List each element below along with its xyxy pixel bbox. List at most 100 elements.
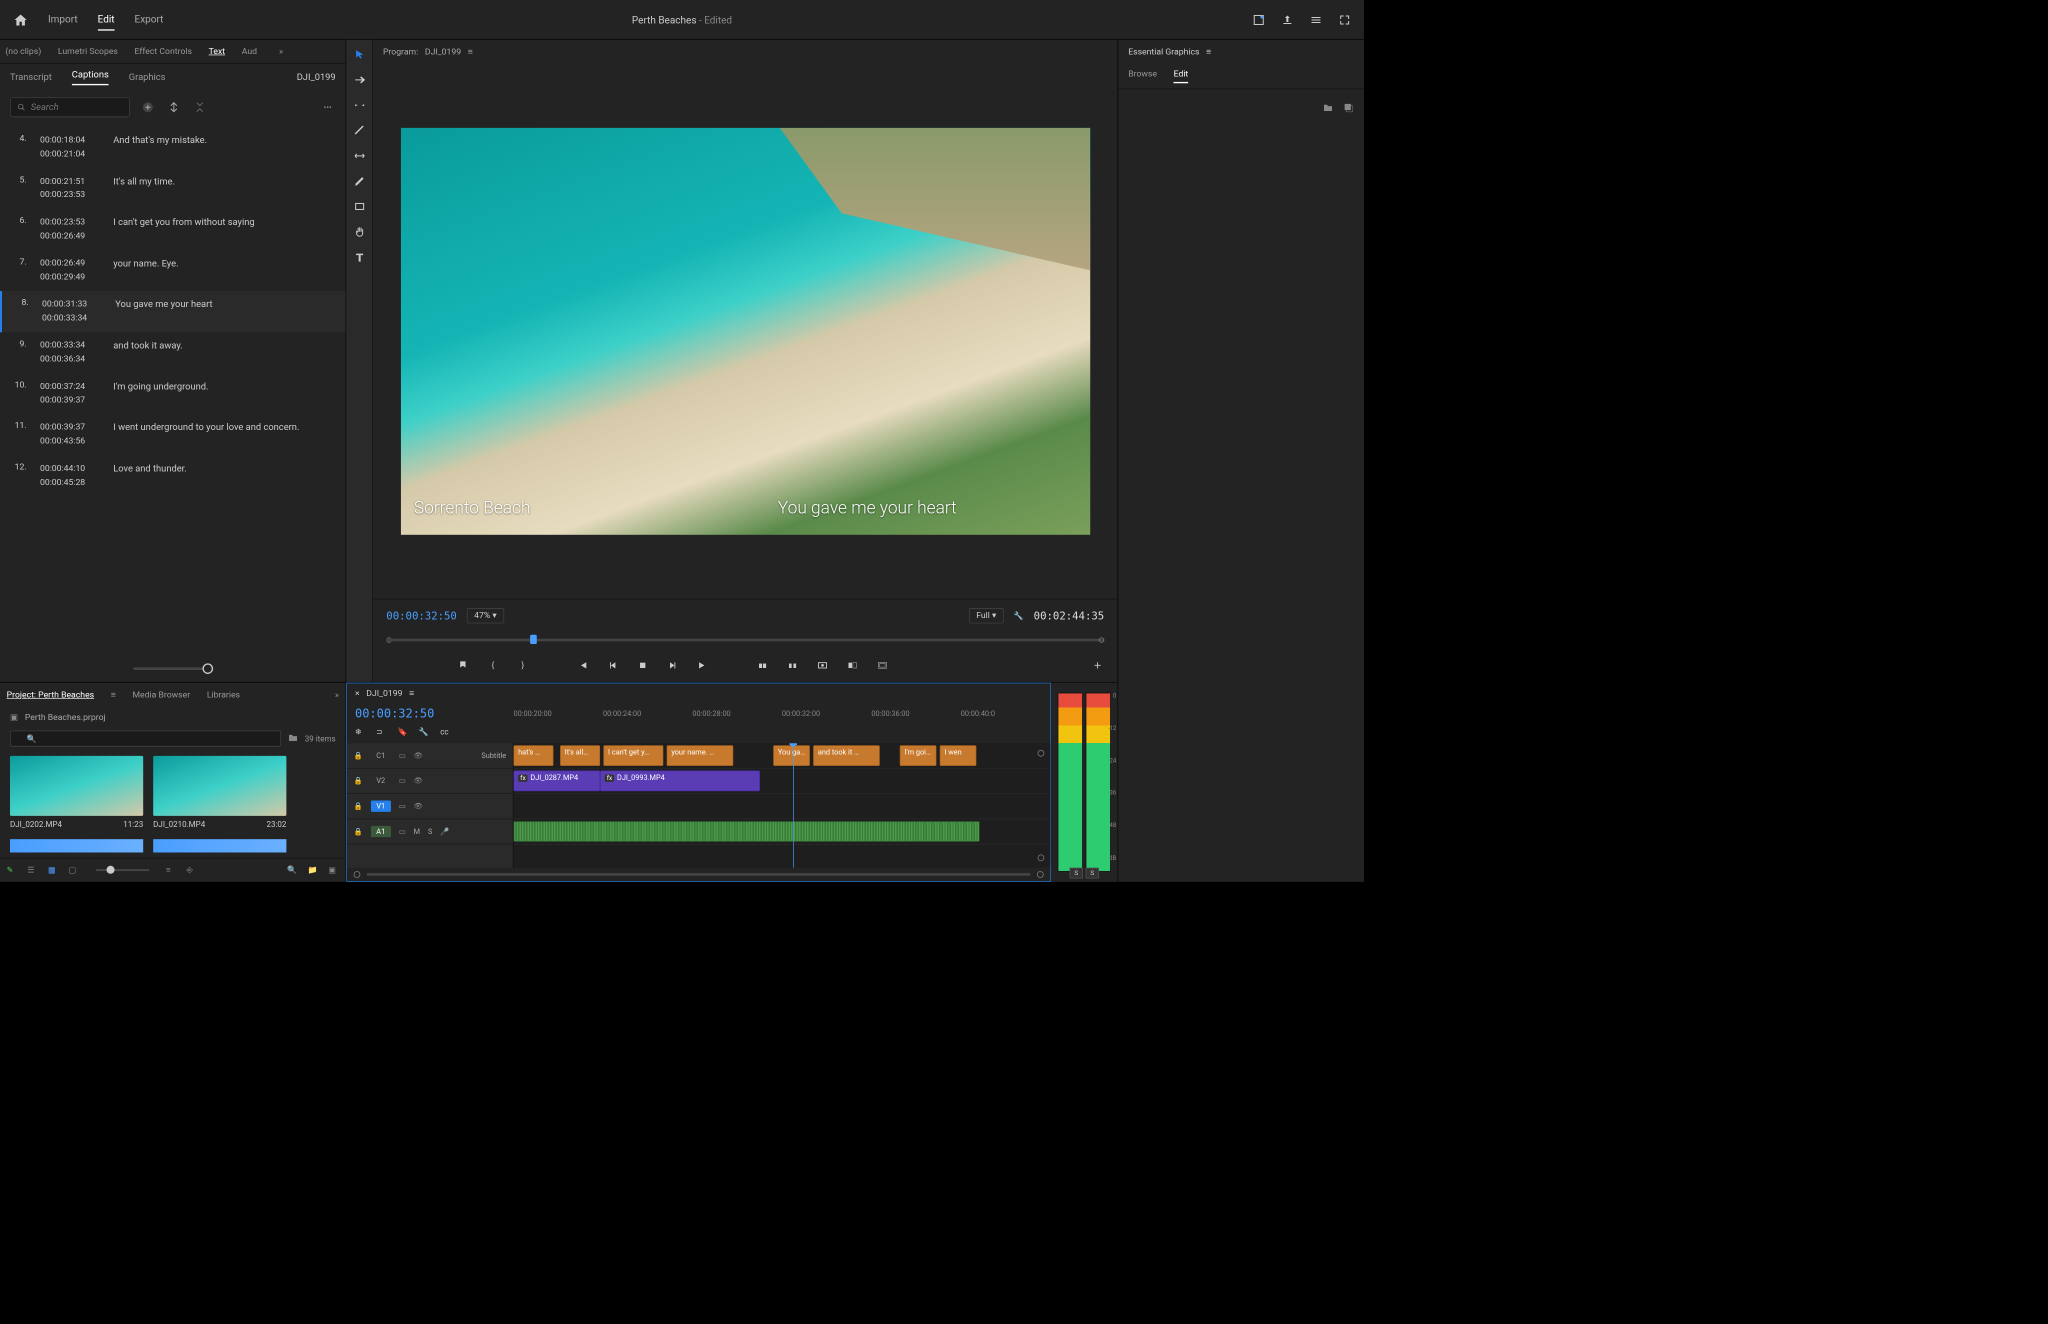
- tab-edit-graphics[interactable]: Edit: [1174, 69, 1189, 83]
- tab-lumetri[interactable]: Lumetri Scopes: [58, 47, 118, 57]
- audio-clip[interactable]: [513, 821, 979, 842]
- new-bin-icon[interactable]: [287, 732, 298, 745]
- button-editor-icon[interactable]: [1091, 659, 1104, 672]
- caption-more-icon[interactable]: •••: [320, 99, 336, 115]
- split-caption-icon[interactable]: [166, 99, 182, 115]
- rectangle-tool-icon[interactable]: [351, 198, 367, 214]
- caption-search-input[interactable]: [31, 102, 123, 113]
- sort-icon[interactable]: ≡: [166, 865, 177, 876]
- caption-clip[interactable]: I wen: [940, 745, 977, 766]
- workspace-export[interactable]: Export: [135, 9, 164, 30]
- project-item[interactable]: DJI_0210.MP423:02: [153, 756, 286, 851]
- tab-libraries[interactable]: Libraries: [207, 690, 240, 700]
- timeline-settings-icon[interactable]: 🔧: [419, 727, 431, 739]
- tab-effectcontrols[interactable]: Effect Controls: [135, 47, 192, 57]
- project-bins[interactable]: DJI_0202.MP411:23DJI_0210.MP423:02: [0, 749, 346, 858]
- program-timecode[interactable]: 00:00:32:50: [386, 609, 457, 622]
- caption-clip[interactable]: hat's …: [513, 745, 553, 766]
- tab-transcript[interactable]: Transcript: [10, 72, 52, 83]
- caption-row[interactable]: 9.00:00:33:3400:00:36:34and took it away…: [0, 332, 346, 373]
- safe-margins-icon[interactable]: [876, 659, 889, 672]
- track-visibility-icon[interactable]: 👁: [414, 802, 423, 811]
- tab-audio[interactable]: Aud: [242, 47, 257, 57]
- track-output-icon[interactable]: ▭: [399, 777, 406, 786]
- tab-media-browser[interactable]: Media Browser: [132, 690, 190, 700]
- program-resolution-select[interactable]: Full ▾: [969, 608, 1004, 623]
- track-header-v2[interactable]: 🔒 V2 ▭ 👁: [347, 769, 513, 794]
- find-icon[interactable]: 🔍: [287, 865, 298, 876]
- go-to-in-icon[interactable]: [576, 659, 589, 672]
- caption-row[interactable]: 7.00:00:26:4900:00:29:49your name. Eye.: [0, 250, 346, 291]
- lift-icon[interactable]: [756, 659, 769, 672]
- caption-clip[interactable]: your name. …: [667, 745, 734, 766]
- freeform-view-icon[interactable]: ▢: [69, 865, 80, 876]
- hand-tool-icon[interactable]: [351, 224, 367, 240]
- caption-clip[interactable]: I can't get y…: [603, 745, 663, 766]
- step-forward-icon[interactable]: [666, 659, 679, 672]
- workspace-import[interactable]: Import: [48, 9, 78, 30]
- timeline-sequence-name[interactable]: DJI_0199: [366, 688, 402, 698]
- lock-icon[interactable]: 🔒: [354, 751, 363, 760]
- workspace-menu-icon[interactable]: [1310, 14, 1322, 26]
- selection-tool-icon[interactable]: [351, 47, 367, 63]
- playhead[interactable]: [793, 743, 794, 868]
- caption-row[interactable]: 6.00:00:23:5300:00:26:49I can't get you …: [0, 209, 346, 250]
- track-visibility-icon[interactable]: 👁: [414, 777, 423, 786]
- add-marker-tl-icon[interactable]: 🔖: [398, 727, 410, 739]
- tab-project[interactable]: Project: Perth Beaches: [7, 690, 94, 700]
- play-stop-icon[interactable]: [636, 659, 649, 672]
- new-layer-folder-icon[interactable]: [1323, 103, 1334, 116]
- home-icon[interactable]: [13, 12, 28, 27]
- tab-browse[interactable]: Browse: [1128, 69, 1157, 83]
- caption-clip[interactable]: You ga…: [773, 745, 810, 766]
- track-header-c1[interactable]: 🔒 C1 ▭ 👁 Subtitle: [347, 743, 513, 768]
- track-output-icon[interactable]: ▭: [399, 827, 406, 836]
- program-settings-icon[interactable]: 🔧: [1014, 611, 1024, 620]
- tab-captions[interactable]: Captions: [72, 69, 109, 85]
- project-item[interactable]: DJI_0202.MP411:23: [10, 756, 143, 851]
- comparison-view-icon[interactable]: [846, 659, 859, 672]
- caption-row[interactable]: 11.00:00:39:3700:00:43:56I went undergro…: [0, 414, 346, 455]
- program-zoom-select[interactable]: 47% ▾: [467, 608, 504, 623]
- caption-clip[interactable]: and took it …: [813, 745, 880, 766]
- ripple-edit-tool-icon[interactable]: [351, 97, 367, 113]
- timeline-hscroll[interactable]: [347, 868, 1050, 881]
- lock-icon[interactable]: 🔒: [354, 777, 363, 786]
- program-menu-icon[interactable]: ≡: [468, 47, 473, 58]
- caption-search[interactable]: [10, 97, 130, 117]
- razor-tool-icon[interactable]: [351, 123, 367, 139]
- new-bin-footer-icon[interactable]: 📁: [308, 865, 319, 876]
- linked-selection-icon[interactable]: ⊃: [376, 727, 388, 739]
- tab-graphics[interactable]: Graphics: [129, 72, 166, 83]
- track-header-a1[interactable]: 🔒 A1 ▭ M S 🎤: [347, 819, 513, 844]
- track-header-v1[interactable]: 🔒 V1 ▭ 👁: [347, 794, 513, 819]
- caption-row[interactable]: 5.00:00:21:5100:00:23:53It's all my time…: [0, 168, 346, 209]
- tab-noclips[interactable]: (no clips): [5, 47, 41, 57]
- solo-left[interactable]: S: [1070, 868, 1083, 879]
- workspace-edit[interactable]: Edit: [98, 9, 115, 30]
- project-zoom-slider[interactable]: [96, 869, 149, 871]
- new-item-icon[interactable]: ▣: [328, 865, 339, 876]
- mark-in-icon[interactable]: {: [486, 659, 499, 672]
- project-tab-menu-icon[interactable]: ≡: [111, 689, 116, 700]
- voiceover-icon[interactable]: 🎤: [440, 827, 449, 836]
- caption-row[interactable]: 8.00:00:31:3300:00:33:34You gave me your…: [0, 291, 346, 332]
- video-clip[interactable]: fxDJI_0993.MP4: [600, 771, 760, 792]
- add-marker-icon[interactable]: [456, 659, 469, 672]
- export-frame-icon[interactable]: [816, 659, 829, 672]
- list-view-icon[interactable]: ☰: [27, 865, 38, 876]
- fullscreen-icon[interactable]: [1339, 14, 1351, 26]
- track-output-icon[interactable]: ▭: [399, 802, 406, 811]
- quick-export-icon[interactable]: [1253, 14, 1265, 26]
- track-output-icon[interactable]: ▭: [399, 751, 406, 760]
- timeline-tracks[interactable]: hat's …It's all…I can't get y…your name.…: [513, 743, 1050, 868]
- essential-graphics-menu-icon[interactable]: ≡: [1206, 47, 1211, 58]
- project-overflow-icon[interactable]: »: [335, 690, 339, 700]
- solo-icon[interactable]: S: [428, 827, 432, 836]
- share-icon[interactable]: [1281, 14, 1293, 26]
- write-mode-icon[interactable]: ✎: [7, 865, 18, 876]
- slip-tool-icon[interactable]: [351, 148, 367, 164]
- automate-icon[interactable]: ⎆: [186, 865, 197, 876]
- caption-row[interactable]: 4.00:00:18:0400:00:21:04And that's my mi…: [0, 127, 346, 168]
- mark-out-icon[interactable]: }: [516, 659, 529, 672]
